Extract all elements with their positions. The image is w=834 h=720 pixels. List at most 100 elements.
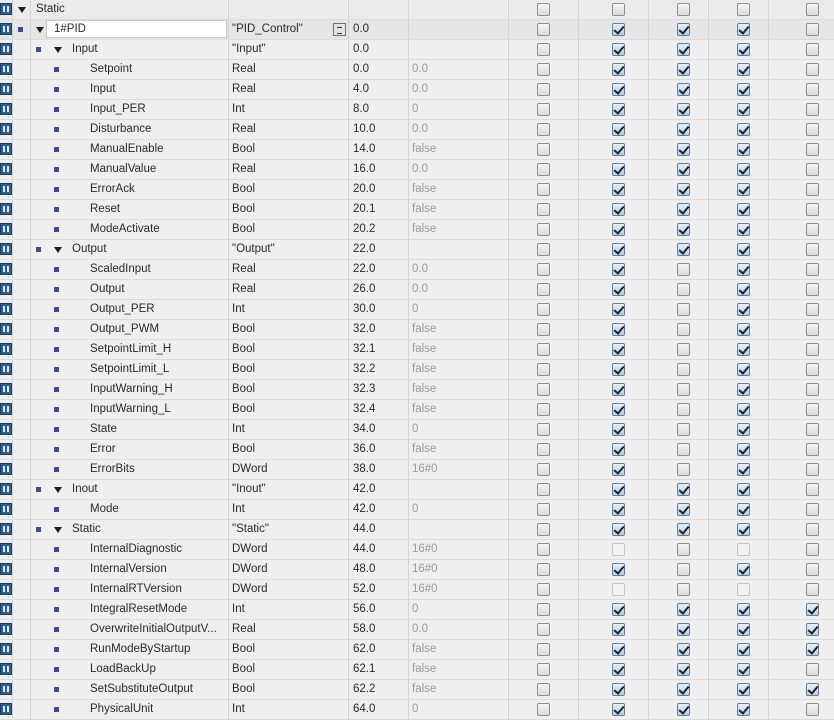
checkbox[interactable] <box>677 523 690 536</box>
member-name[interactable]: SetSubstituteOutput <box>90 680 193 699</box>
checkbox[interactable] <box>677 683 690 696</box>
checkbox[interactable] <box>612 203 625 216</box>
checkbox[interactable] <box>677 603 690 616</box>
checkbox[interactable] <box>806 63 819 76</box>
data-type[interactable]: Int <box>232 500 245 519</box>
table-row[interactable]: 1#PID "PID_Control" 0.0 <box>0 20 834 40</box>
checkbox[interactable] <box>677 103 690 116</box>
checkbox[interactable] <box>737 263 750 276</box>
data-type[interactable]: Int <box>232 300 245 319</box>
member-name[interactable]: ManualEnable <box>90 140 164 159</box>
checkbox[interactable] <box>677 163 690 176</box>
checkbox[interactable] <box>677 263 690 276</box>
member-name[interactable]: Input <box>90 80 116 99</box>
checkbox[interactable] <box>806 583 819 596</box>
checkbox[interactable] <box>737 563 750 576</box>
member-name[interactable]: Input <box>72 40 98 59</box>
member-name[interactable]: Setpoint <box>90 60 132 79</box>
member-name[interactable]: Output <box>90 280 125 299</box>
checkbox[interactable] <box>537 143 550 156</box>
checkbox[interactable] <box>677 583 690 596</box>
default-value[interactable]: 0.0 <box>412 60 428 79</box>
checkbox[interactable] <box>737 243 750 256</box>
data-type[interactable]: Real <box>232 80 256 99</box>
checkbox[interactable] <box>677 443 690 456</box>
member-name[interactable]: Output <box>72 240 107 259</box>
checkbox[interactable] <box>806 103 819 116</box>
table-row[interactable]: ManualEnable Bool 14.0 false <box>0 140 834 160</box>
checkbox[interactable] <box>806 563 819 576</box>
checkbox[interactable] <box>537 43 550 56</box>
default-value[interactable]: 0 <box>412 600 418 619</box>
data-type[interactable]: DWord <box>232 460 268 479</box>
table-row[interactable]: Input "Input" 0.0 <box>0 40 834 60</box>
checkbox[interactable] <box>737 503 750 516</box>
table-row[interactable]: InternalDiagnostic DWord 44.0 16#0 <box>0 540 834 560</box>
data-type[interactable]: "Output" <box>232 240 275 259</box>
checkbox[interactable] <box>737 343 750 356</box>
checkbox[interactable] <box>806 523 819 536</box>
checkbox[interactable] <box>737 23 750 36</box>
checkbox[interactable] <box>737 303 750 316</box>
checkbox[interactable] <box>737 463 750 476</box>
data-type[interactable]: Bool <box>232 320 255 339</box>
checkbox[interactable] <box>612 443 625 456</box>
checkbox[interactable] <box>537 663 550 676</box>
data-type[interactable]: "Static" <box>232 520 269 539</box>
data-type[interactable]: Real <box>232 160 256 179</box>
checkbox[interactable] <box>612 43 625 56</box>
checkbox[interactable] <box>806 363 819 376</box>
member-name[interactable]: State <box>90 420 117 439</box>
default-value[interactable]: 16#0 <box>412 580 438 599</box>
checkbox[interactable] <box>677 363 690 376</box>
checkbox[interactable] <box>537 583 550 596</box>
data-type[interactable]: Bool <box>232 340 255 359</box>
checkbox[interactable] <box>737 683 750 696</box>
checkbox[interactable] <box>806 143 819 156</box>
checkbox[interactable] <box>677 83 690 96</box>
default-value[interactable]: 0 <box>412 700 418 719</box>
member-name[interactable]: IntegralResetMode <box>90 600 187 619</box>
table-row[interactable]: Static "Static" 44.0 <box>0 520 834 540</box>
checkbox[interactable] <box>737 423 750 436</box>
member-name[interactable]: ErrorAck <box>90 180 135 199</box>
checkbox[interactable] <box>737 583 750 596</box>
checkbox[interactable] <box>677 43 690 56</box>
table-row[interactable]: ScaledInput Real 22.0 0.0 <box>0 260 834 280</box>
checkbox[interactable] <box>612 3 625 16</box>
table-row[interactable]: Mode Int 42.0 0 <box>0 500 834 520</box>
checkbox[interactable] <box>612 523 625 536</box>
checkbox[interactable] <box>737 603 750 616</box>
member-name[interactable]: InternalDiagnostic <box>90 540 182 559</box>
checkbox[interactable] <box>537 603 550 616</box>
data-type[interactable]: Real <box>232 620 256 639</box>
member-name[interactable]: RunModeByStartup <box>90 640 190 659</box>
default-value[interactable]: 0 <box>412 300 418 319</box>
checkbox[interactable] <box>806 503 819 516</box>
table-row[interactable]: InternalVersion DWord 48.0 16#0 <box>0 560 834 580</box>
checkbox[interactable] <box>537 403 550 416</box>
checkbox[interactable] <box>537 123 550 136</box>
table-row[interactable]: LoadBackUp Bool 62.1 false <box>0 660 834 680</box>
data-type[interactable]: Bool <box>232 220 255 239</box>
default-value[interactable]: 0.0 <box>412 120 428 139</box>
checkbox[interactable] <box>737 43 750 56</box>
table-row[interactable]: Output Real 26.0 0.0 <box>0 280 834 300</box>
data-type[interactable]: Bool <box>232 380 255 399</box>
data-type[interactable]: Real <box>232 260 256 279</box>
checkbox[interactable] <box>737 63 750 76</box>
checkbox[interactable] <box>612 283 625 296</box>
checkbox[interactable] <box>806 23 819 36</box>
expand-triangle-icon[interactable] <box>54 527 62 533</box>
checkbox[interactable] <box>677 423 690 436</box>
checkbox[interactable] <box>537 163 550 176</box>
data-type[interactable]: Bool <box>232 660 255 679</box>
default-value[interactable]: false <box>412 680 436 699</box>
checkbox[interactable] <box>677 543 690 556</box>
checkbox[interactable] <box>677 383 690 396</box>
checkbox[interactable] <box>677 483 690 496</box>
default-value[interactable]: 0.0 <box>412 620 428 639</box>
member-name[interactable]: Error <box>90 440 116 459</box>
checkbox[interactable] <box>737 163 750 176</box>
default-value[interactable]: 16#0 <box>412 540 438 559</box>
